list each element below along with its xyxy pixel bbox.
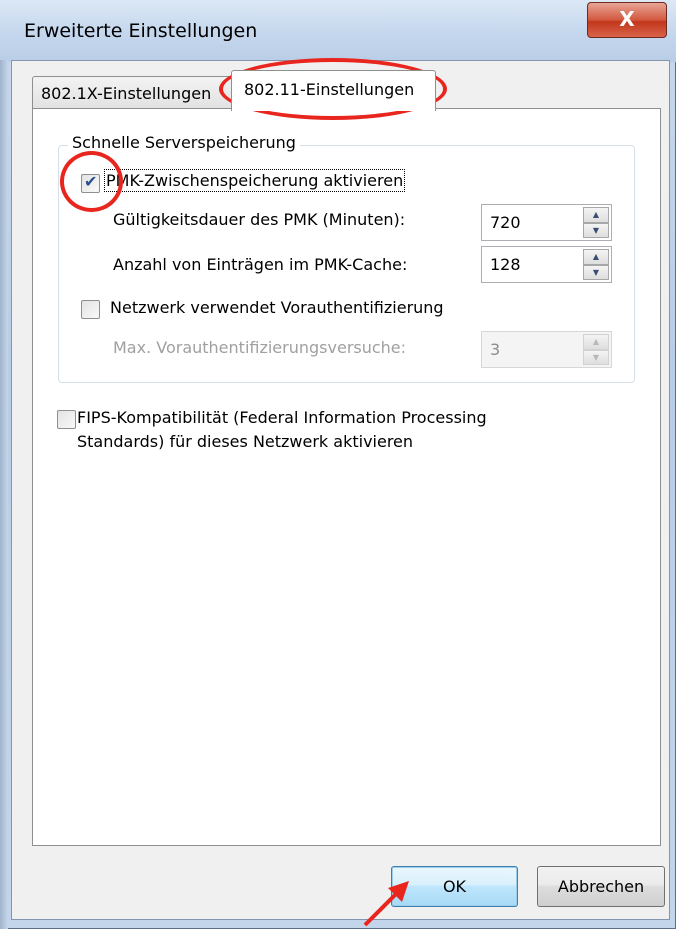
spin-down-icon: ▼	[583, 349, 609, 365]
pmk-caching-checkbox[interactable]	[81, 172, 100, 193]
tab-8021x-settings[interactable]: 802.1X-Einstellungen	[32, 76, 232, 110]
spin-up-icon: ▲	[583, 334, 609, 350]
preauth-attempts-value: 3	[490, 340, 501, 359]
fips-label-line2[interactable]: Standards) für dieses Netzwerk aktiviere…	[77, 432, 413, 451]
pmk-lifetime-value[interactable]: 720	[490, 213, 521, 232]
pmk-entries-label: Anzahl von Einträgen im PMK-Cache:	[113, 255, 408, 274]
spin-up-icon[interactable]: ▲	[583, 207, 609, 223]
spin-down-icon[interactable]: ▼	[583, 222, 609, 238]
cancel-button[interactable]: Abbrechen	[537, 866, 665, 907]
preauth-label[interactable]: Netzwerk verwendet Vorauthentifizierung	[110, 298, 444, 317]
preauth-checkbox[interactable]	[81, 300, 100, 319]
pmk-entries-spinner[interactable]: 128 ▲ ▼	[481, 246, 612, 283]
window-title: Erweiterte Einstellungen	[24, 20, 258, 42]
frame-border	[0, 60, 8, 929]
group-title: Schnelle Serverspeicherung	[68, 133, 300, 152]
preauth-attempts-label: Max. Vorauthentifizierungsversuche:	[113, 338, 407, 357]
spin-down-icon[interactable]: ▼	[583, 264, 609, 280]
pmk-caching-label[interactable]: PMK-Zwischenspeicherung aktivieren	[103, 169, 406, 192]
close-button[interactable]: X	[587, 2, 667, 38]
pmk-lifetime-spinner[interactable]: 720 ▲ ▼	[481, 204, 612, 241]
pmk-entries-value[interactable]: 128	[490, 255, 521, 274]
annotation-arrow-icon	[363, 881, 409, 927]
fips-label-line1[interactable]: FIPS-Kompatibilität (Federal Information…	[77, 408, 487, 427]
preauth-attempts-spinner: 3 ▲ ▼	[481, 331, 612, 368]
tab-80211-settings[interactable]: 802.11-Einstellungen	[231, 70, 436, 111]
spin-up-icon[interactable]: ▲	[583, 249, 609, 265]
pmk-lifetime-label: Gültigkeitsdauer des PMK (Minuten):	[113, 210, 406, 229]
title-bar: Erweiterte Einstellungen X	[0, 0, 676, 62]
fips-checkbox[interactable]	[57, 410, 76, 429]
